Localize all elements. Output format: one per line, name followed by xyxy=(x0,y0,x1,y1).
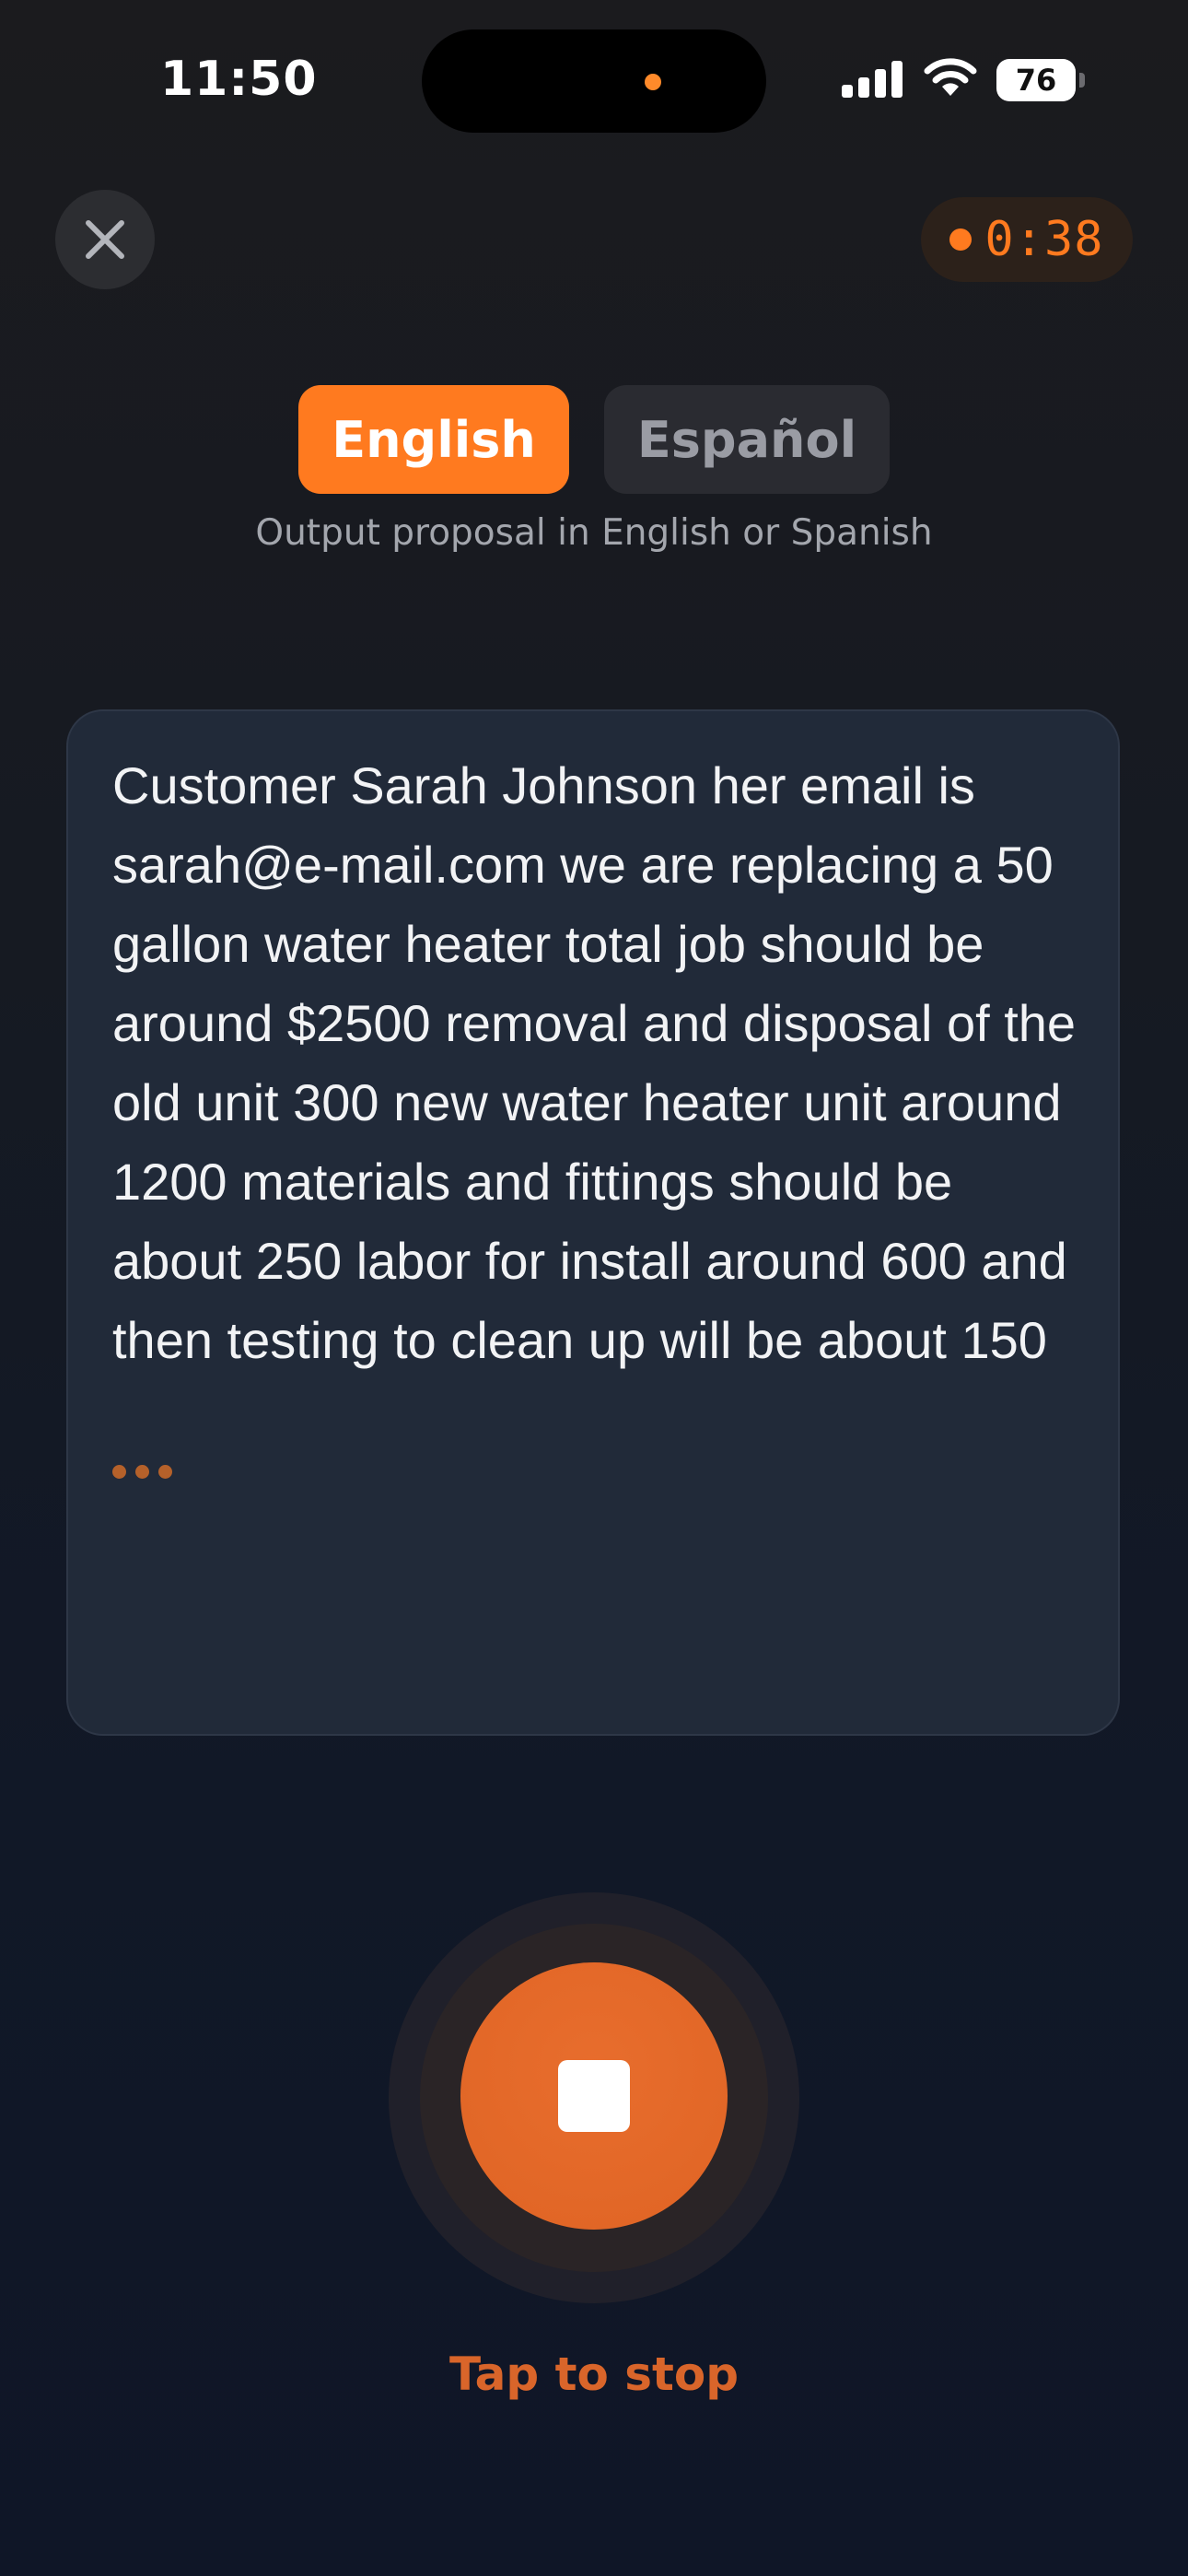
close-icon xyxy=(86,220,124,259)
stop-recording-button[interactable] xyxy=(460,1962,728,2230)
language-option-spanish[interactable]: Español xyxy=(604,385,890,494)
typing-indicator-icon xyxy=(112,1465,172,1479)
signal-icon xyxy=(842,61,903,98)
battery-icon: 76 xyxy=(996,59,1085,101)
recording-dot-icon xyxy=(949,228,973,251)
language-option-english[interactable]: English xyxy=(298,385,569,494)
stop-icon xyxy=(558,2060,630,2132)
language-hint: Output proposal in English or Spanish xyxy=(255,512,933,554)
recording-timer: 0:38 xyxy=(921,197,1133,282)
stop-label: Tap to stop xyxy=(448,2348,740,2401)
timer-elapsed: 0:38 xyxy=(984,212,1104,267)
transcript-card: Customer Sarah Johnson her email is sara… xyxy=(66,709,1120,1736)
battery-tip xyxy=(1079,73,1085,88)
typing-dot xyxy=(158,1465,172,1479)
battery-level: 76 xyxy=(996,59,1076,101)
typing-dot xyxy=(112,1465,126,1479)
recording-indicator-icon xyxy=(645,74,661,90)
close-button[interactable] xyxy=(55,190,155,289)
status-bar-time: 11:50 xyxy=(160,52,318,107)
transcript-text: Customer Sarah Johnson her email is sara… xyxy=(112,756,1077,1369)
dynamic-island xyxy=(422,29,766,133)
typing-dot xyxy=(135,1465,149,1479)
wifi-icon xyxy=(924,58,977,96)
